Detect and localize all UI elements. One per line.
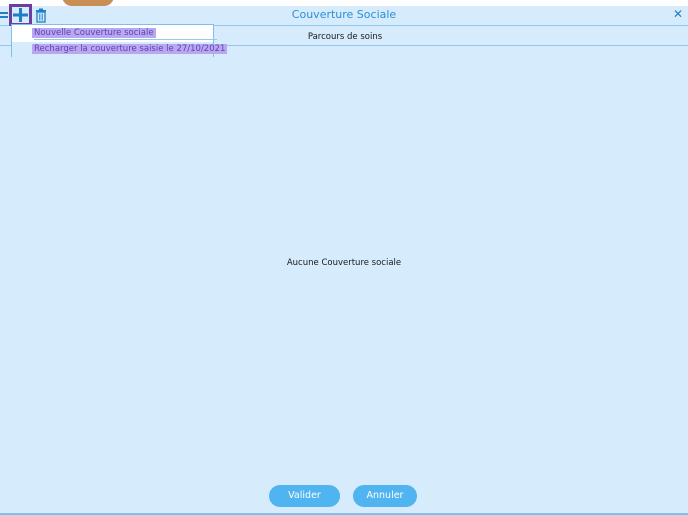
menu-divider (34, 39, 217, 40)
add-button[interactable] (9, 4, 32, 26)
list-icon[interactable] (0, 7, 9, 24)
menu-item-reload-coverage[interactable]: Recharger la couverture saisie le 27/10/… (12, 42, 228, 57)
plus-icon (13, 8, 28, 22)
cancel-button[interactable]: Annuler (353, 485, 417, 507)
validate-button[interactable]: Valider (269, 485, 340, 507)
dialog-title: Couverture Sociale (291, 8, 397, 21)
dialog-titlebar: Couverture Sociale ✕ (0, 6, 688, 26)
empty-state-message: Aucune Couverture sociale (286, 258, 402, 268)
trash-icon[interactable] (35, 7, 47, 24)
menu-item-label: Recharger la couverture saisie le 27/10/… (32, 44, 228, 54)
menu-item-label: Nouvelle Couverture sociale (32, 28, 156, 38)
add-dropdown-menu: Nouvelle Couverture sociale Recharger la… (11, 24, 228, 57)
close-icon[interactable]: ✕ (671, 7, 685, 21)
